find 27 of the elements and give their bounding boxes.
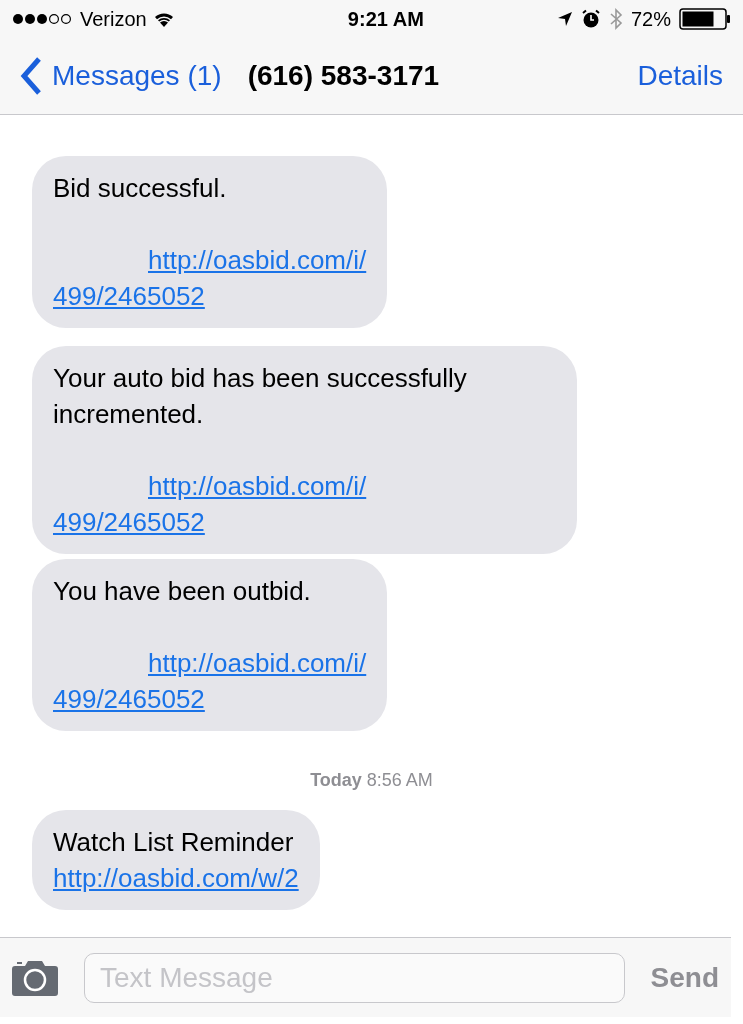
contact-title: (616) 583-3171 <box>247 59 440 93</box>
message-link[interactable]: http://oasbid.com/i/ <box>148 468 367 504</box>
message-link[interactable]: http://oasbid.com/i/ <box>148 645 367 681</box>
message-link[interactable]: 499/2465052 <box>53 681 205 717</box>
chevron-left-icon <box>20 57 42 95</box>
alarm-clock-icon <box>580 9 601 29</box>
wifi-icon <box>152 11 175 27</box>
message-text: Watch List Reminder <box>53 826 295 859</box>
clock-time: 9:21 AM <box>346 7 424 32</box>
camera-icon[interactable] <box>12 959 58 996</box>
message-link[interactable]: http://oasbid.com/w/2 <box>53 860 299 896</box>
back-button[interactable]: Messages (1) <box>20 55 222 97</box>
message-text: Your auto bid has been successfully incremented. <box>53 362 468 431</box>
timestamp: Today 8:56 AM <box>309 769 434 792</box>
battery-icon <box>679 8 731 30</box>
message-link[interactable]: http://oasbid.com/i/ <box>148 242 367 278</box>
message-text: You have been outbid. <box>53 575 312 608</box>
signal-icon <box>12 13 74 25</box>
details-button[interactable]: Details <box>637 55 723 97</box>
message-text: Bid successful. <box>53 172 228 205</box>
send-button[interactable]: Send <box>650 956 719 999</box>
message-link[interactable]: 499/2465052 <box>53 278 205 314</box>
location-arrow-icon <box>556 11 573 27</box>
carrier-name: Verizon <box>80 7 147 32</box>
battery-percent: 72% <box>630 7 671 32</box>
bluetooth-icon <box>608 8 623 30</box>
message-link[interactable]: 499/2465052 <box>53 504 205 540</box>
